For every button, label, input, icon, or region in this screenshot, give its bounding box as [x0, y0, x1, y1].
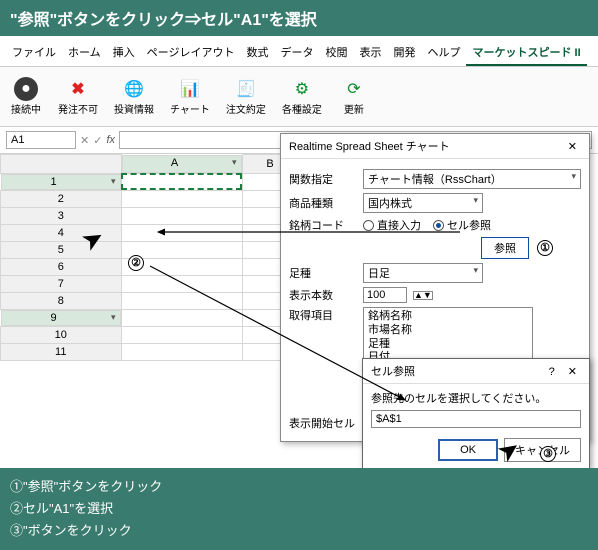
cancel-formula-icon[interactable]: ✕ [80, 134, 89, 147]
connect-label: 接続中 [11, 101, 41, 116]
label-leg: 足種 [289, 265, 357, 281]
not-orderable-button[interactable]: ✖ 発注不可 [52, 73, 104, 120]
tab-view[interactable]: 表示 [353, 40, 387, 66]
annotation-3: ③ [540, 446, 556, 462]
instruction-footer: ①"参照"ボタンをクリック ②セル"A1"を選択 ③"ボタンをクリック [0, 468, 598, 550]
settings-button[interactable]: ⚙ 各種設定 [276, 73, 328, 120]
row-header-11[interactable]: 11 [1, 343, 122, 360]
tab-file[interactable]: ファイル [6, 40, 62, 66]
count-input[interactable] [363, 287, 407, 303]
order-plus-icon: 🧾 [234, 77, 258, 101]
label-count: 表示本数 [289, 287, 357, 303]
help-icon[interactable]: ? [543, 366, 561, 378]
tab-review[interactable]: 校閲 [319, 40, 353, 66]
close-icon[interactable]: ✕ [564, 140, 581, 153]
row-header-4[interactable]: 4 [1, 224, 122, 241]
globe-plus-icon: 🌐 [122, 77, 146, 101]
not-orderable-label: 発注不可 [58, 101, 98, 116]
tab-pagelayout[interactable]: ページレイアウト [141, 40, 241, 66]
row-header-10[interactable]: 10 [1, 326, 122, 343]
gear-icon: ⚙ [290, 77, 314, 101]
tab-insert[interactable]: 挿入 [107, 40, 141, 66]
cellref-dialog-title: セル参照 [371, 363, 415, 379]
name-box[interactable] [6, 131, 76, 149]
row-header-2[interactable]: 2 [1, 190, 122, 207]
select-kind[interactable]: 国内株式 [363, 193, 483, 213]
tab-data[interactable]: データ [274, 40, 319, 66]
select-all-corner[interactable] [1, 155, 122, 174]
connect-button[interactable]: ● 接続中 [4, 73, 48, 120]
tab-home[interactable]: ホーム [62, 40, 107, 66]
connect-icon: ● [14, 77, 38, 101]
settings-label: 各種設定 [282, 101, 322, 116]
order-button[interactable]: 🧾 注文約定 [220, 73, 272, 120]
step-1: ①"参照"ボタンをクリック [10, 476, 588, 498]
step-2: ②セル"A1"を選択 [10, 498, 588, 520]
chart-plus-icon: 📊 [178, 77, 202, 101]
select-func[interactable]: チャート情報（RssChart） [363, 169, 581, 189]
step-3: ③"ボタンをクリック [10, 520, 588, 542]
annotation-1: ① [537, 240, 553, 256]
row-header-8[interactable]: 8 [1, 292, 122, 309]
label-kind: 商品種類 [289, 195, 357, 211]
radio-direct-input[interactable]: 直接入力 [363, 217, 421, 233]
label-func: 関数指定 [289, 171, 357, 187]
chart-label: チャート [170, 101, 210, 116]
cellref-input[interactable] [371, 410, 581, 428]
invest-info-button[interactable]: 🌐 投資情報 [108, 73, 160, 120]
error-icon: ✖ [66, 77, 90, 101]
chart-button[interactable]: 📊 チャート [164, 73, 216, 120]
ok-button[interactable]: OK [438, 439, 498, 461]
accept-formula-icon[interactable]: ✓ [93, 134, 102, 147]
order-label: 注文約定 [226, 101, 266, 116]
cell-a1[interactable] [121, 173, 242, 190]
radio-cell-ref[interactable]: セル参照 [433, 217, 491, 233]
row-header-6[interactable]: 6 [1, 258, 122, 275]
tab-developer[interactable]: 開発 [387, 40, 421, 66]
addon-toolbar: ● 接続中 ✖ 発注不可 🌐 投資情報 📊 チャート 🧾 注文約定 ⚙ 各種設定… [0, 67, 598, 127]
label-startcell: 表示開始セル [289, 415, 357, 431]
tab-formulas[interactable]: 数式 [240, 40, 274, 66]
row-header-3[interactable]: 3 [1, 207, 122, 224]
row-header-1[interactable]: 1 [1, 174, 121, 190]
annotation-2: ② [128, 255, 144, 271]
cellref-message: 参照先のセルを選択してください。 [371, 390, 581, 406]
ribbon-tabs: ファイル ホーム 挿入 ページレイアウト 数式 データ 校閲 表示 開発 ヘルプ… [0, 36, 598, 67]
rss-dialog-title: Realtime Spread Sheet チャート [289, 138, 450, 154]
row-header-5[interactable]: 5 [1, 241, 122, 258]
refresh-label: 更新 [344, 101, 364, 116]
refresh-icon: ⟳ [342, 77, 366, 101]
reference-button[interactable]: 参照 [481, 237, 529, 259]
col-header-a[interactable]: A [122, 155, 242, 173]
close-icon[interactable]: ✕ [564, 366, 581, 378]
tab-help[interactable]: ヘルプ [421, 40, 466, 66]
select-leg[interactable]: 日足 [363, 263, 483, 283]
refresh-button[interactable]: ⟳ 更新 [332, 73, 376, 120]
instruction-banner: "参照"ボタンをクリック⇒セル"A1"を選択 [0, 0, 598, 36]
label-code: 銘柄コード [289, 217, 357, 233]
invest-label: 投資情報 [114, 101, 154, 116]
tab-marketspeed2[interactable]: マーケットスピード II [466, 40, 586, 66]
row-header-9[interactable]: 9 [1, 310, 121, 326]
row-header-7[interactable]: 7 [1, 275, 122, 292]
fx-icon[interactable]: fx [106, 134, 115, 146]
label-items: 取得項目 [289, 307, 357, 323]
